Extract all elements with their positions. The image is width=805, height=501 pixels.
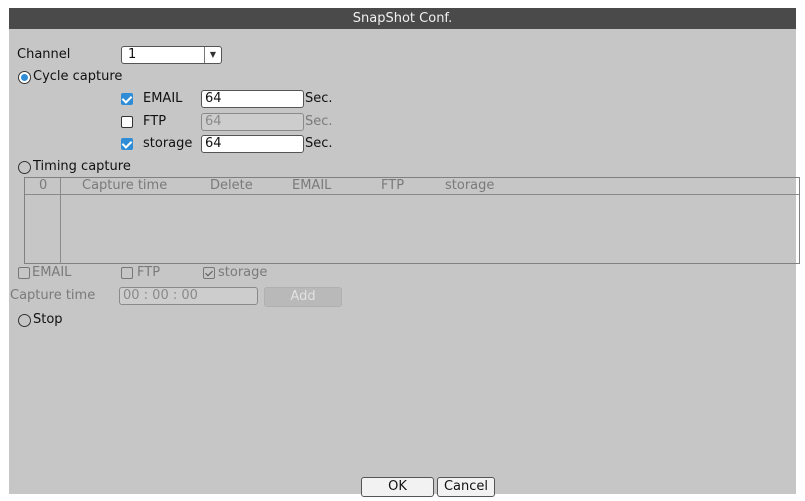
cycle-storage-label: storage xyxy=(143,136,193,151)
timing-storage-checkbox[interactable] xyxy=(203,267,215,279)
timing-storage-label: storage xyxy=(218,265,268,280)
column-header-delete: Delete xyxy=(210,178,253,193)
cycle-email-label: EMAIL xyxy=(143,91,183,106)
timing-email-checkbox[interactable] xyxy=(18,267,30,279)
column-header-ftp: FTP xyxy=(381,178,405,193)
timing-ftp-checkbox[interactable] xyxy=(121,267,133,279)
cycle-storage-seconds-input[interactable]: 64 xyxy=(201,135,304,153)
cycle-email-checkbox[interactable] xyxy=(121,93,133,105)
ok-button[interactable]: OK xyxy=(361,477,434,497)
cycle-capture-radio[interactable] xyxy=(18,71,31,84)
channel-select[interactable]: 1 ▼ xyxy=(121,46,222,64)
add-button[interactable]: Add xyxy=(264,287,342,307)
timing-ftp-label: FTP xyxy=(137,265,161,280)
stop-label: Stop xyxy=(33,312,63,327)
cycle-ftp-checkbox[interactable] xyxy=(121,116,133,128)
capture-time-label: Capture time xyxy=(10,288,96,303)
timing-capture-label: Timing capture xyxy=(33,159,131,174)
column-header-index: 0 xyxy=(39,178,48,193)
snapshot-conf-dialog: SnapShot Conf. Channel 1 ▼ Cycle capture… xyxy=(9,8,800,497)
cycle-storage-checkbox[interactable] xyxy=(121,138,133,150)
column-header-capture-time: Capture time xyxy=(82,178,168,193)
channel-value: 1 xyxy=(128,47,137,62)
stop-radio[interactable] xyxy=(18,314,31,327)
timing-email-label: EMAIL xyxy=(32,265,72,280)
cycle-email-unit: Sec. xyxy=(305,91,333,106)
timing-capture-table: 0 Capture time Delete EMAIL FTP storage xyxy=(24,177,800,264)
cycle-ftp-label: FTP xyxy=(143,114,167,129)
cycle-email-seconds-input[interactable]: 64 xyxy=(201,90,304,108)
cycle-ftp-unit: Sec. xyxy=(305,114,333,129)
cycle-storage-unit: Sec. xyxy=(305,136,333,151)
column-header-storage: storage xyxy=(445,178,495,193)
channel-label: Channel xyxy=(17,47,71,62)
cycle-capture-label: Cycle capture xyxy=(33,69,123,84)
capture-time-input[interactable]: 00 : 00 : 00 xyxy=(119,287,258,305)
dialog-title: SnapShot Conf. xyxy=(9,8,796,29)
column-header-email: EMAIL xyxy=(292,178,332,193)
chevron-down-icon[interactable]: ▼ xyxy=(204,47,221,63)
cycle-ftp-seconds-input[interactable]: 64 xyxy=(201,113,304,131)
cancel-button[interactable]: Cancel xyxy=(437,477,495,497)
timing-capture-radio[interactable] xyxy=(18,161,31,174)
